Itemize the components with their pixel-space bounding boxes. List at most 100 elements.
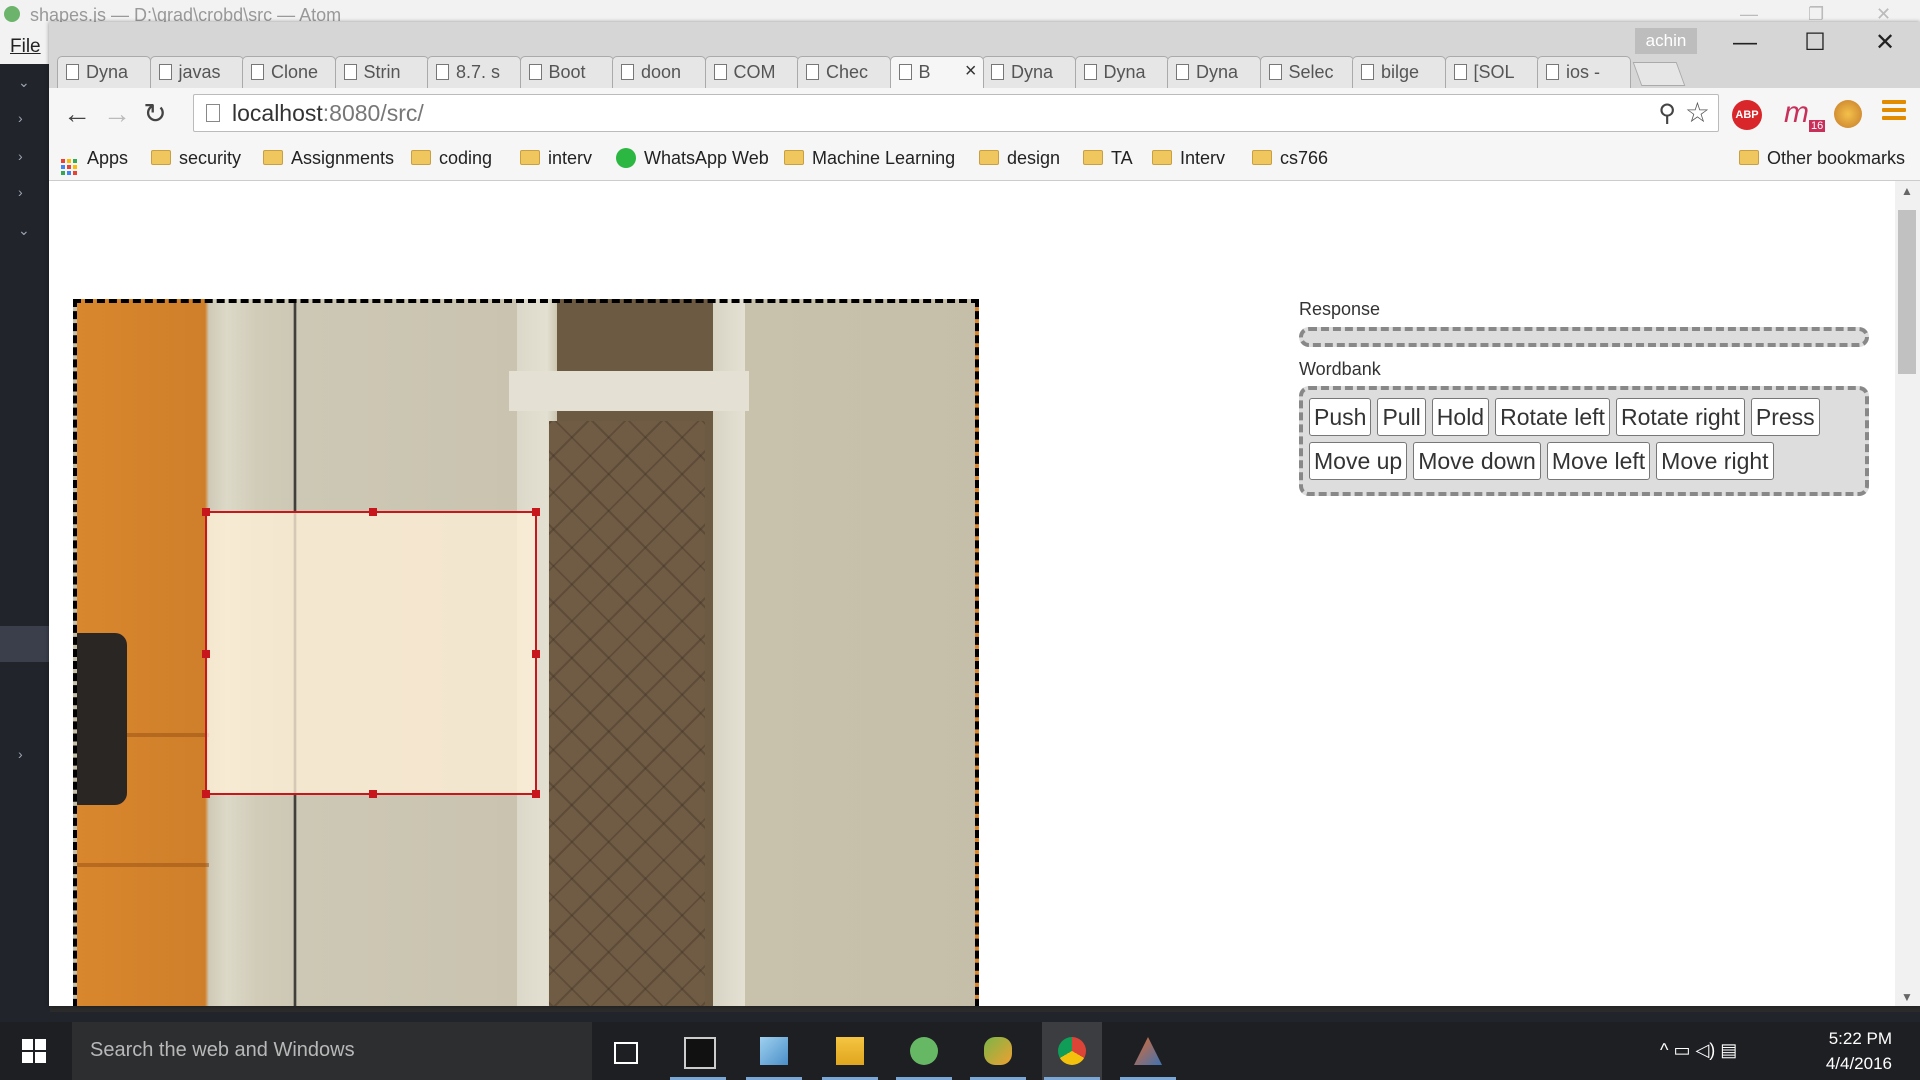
extension-badge: 16: [1809, 120, 1826, 132]
resize-handle-se[interactable]: [532, 790, 540, 798]
resize-handle-w[interactable]: [202, 650, 210, 658]
taskbar-app-button[interactable]: [820, 1022, 880, 1080]
tree-arrow-icon[interactable]: ›: [18, 110, 23, 126]
bookmark-item[interactable]: WhatsApp Web: [616, 148, 769, 169]
tree-arrow-icon[interactable]: ›: [18, 746, 23, 762]
taskbar-app-button[interactable]: [894, 1022, 954, 1080]
bookmark-item[interactable]: interv: [520, 148, 592, 169]
chrome-icon: [1058, 1037, 1086, 1065]
bookmark-star-icon[interactable]: ☆: [1685, 96, 1710, 129]
tab[interactable]: Dyna: [1074, 56, 1169, 88]
image-canvas[interactable]: [73, 299, 979, 1006]
tab-close-icon[interactable]: ×: [965, 60, 977, 83]
minimize-button[interactable]: —: [1725, 28, 1765, 58]
selection-rectangle[interactable]: [202, 508, 540, 798]
tab[interactable]: Chec: [797, 56, 891, 88]
maximize-button[interactable]: ☐: [1795, 28, 1835, 58]
word-chip[interactable]: Press: [1750, 398, 1820, 436]
page-icon: [991, 64, 1004, 80]
tab[interactable]: COM: [704, 56, 799, 88]
resize-handle-n[interactable]: [369, 508, 377, 516]
word-chip[interactable]: Move up: [1309, 442, 1408, 480]
word-chip[interactable]: Push: [1309, 398, 1372, 436]
bookmark-label: cs766: [1280, 148, 1329, 168]
scroll-down-icon[interactable]: ▼: [1901, 990, 1913, 1004]
atom-file-menu[interactable]: File: [10, 36, 41, 58]
bookmark-item[interactable]: Apps: [61, 148, 128, 175]
tab[interactable]: Dyna: [1167, 56, 1261, 88]
tab[interactable]: Clone: [242, 56, 336, 88]
word-chip[interactable]: Rotate left: [1495, 398, 1610, 436]
word-chip[interactable]: Hold: [1431, 398, 1490, 436]
bookmark-item[interactable]: security: [151, 148, 241, 169]
tab[interactable]: Dyna: [57, 56, 151, 88]
tab[interactable]: [SOL: [1444, 56, 1539, 88]
extension-m-icon[interactable]: m 16: [1784, 96, 1826, 132]
bookmark-item[interactable]: TA: [1083, 148, 1133, 169]
tree-arrow-icon[interactable]: ›: [18, 184, 23, 200]
tab-active[interactable]: B ×: [889, 56, 984, 88]
tree-arrow-icon[interactable]: ⌄: [18, 74, 30, 91]
clock[interactable]: 5:22 PM 4/4/2016: [1812, 1026, 1892, 1076]
back-button[interactable]: ←: [61, 98, 93, 130]
taskbar-app-button[interactable]: [1042, 1022, 1102, 1080]
word-chip[interactable]: Move left: [1546, 442, 1651, 480]
taskbar-search-box[interactable]: Search the web and Windows: [72, 1022, 592, 1080]
tab[interactable]: ios -: [1537, 56, 1631, 88]
bookmark-item[interactable]: coding: [411, 148, 492, 169]
taskbar-app-button[interactable]: [668, 1022, 728, 1080]
response-dropzone[interactable]: [1299, 327, 1869, 347]
bookmark-label: interv: [548, 148, 593, 168]
bookmark-item[interactable]: Interv: [1152, 148, 1225, 169]
tab[interactable]: Boot: [519, 56, 614, 88]
taskbar-app-button[interactable]: [968, 1022, 1028, 1080]
tab[interactable]: 8.7. s: [427, 56, 521, 88]
bookmark-item[interactable]: cs766: [1252, 148, 1328, 169]
search-icon[interactable]: ⚲: [1658, 99, 1676, 128]
word-chip[interactable]: Move right: [1656, 442, 1774, 480]
bookmark-item[interactable]: design: [979, 148, 1060, 169]
bookmark-item[interactable]: Assignments: [263, 148, 394, 169]
resize-handle-e[interactable]: [532, 650, 540, 658]
adblock-icon[interactable]: ABP: [1732, 100, 1762, 130]
tree-selected-row[interactable]: [0, 626, 50, 662]
bookmark-label: design: [1007, 148, 1061, 168]
extension-palette-icon[interactable]: [1834, 100, 1862, 128]
new-tab-button[interactable]: [1632, 62, 1686, 86]
taskbar-app-button[interactable]: [1118, 1022, 1178, 1080]
forward-button[interactable]: →: [101, 98, 133, 130]
resize-handle-s[interactable]: [369, 790, 377, 798]
tab[interactable]: doon: [612, 56, 706, 88]
tab[interactable]: javas: [149, 56, 244, 88]
word-chip[interactable]: Rotate right: [1615, 398, 1745, 436]
tab[interactable]: Selec: [1259, 56, 1354, 88]
other-bookmarks[interactable]: Other bookmarks: [1739, 148, 1905, 169]
tree-arrow-icon[interactable]: ›: [18, 148, 23, 164]
tab[interactable]: Dyna: [982, 56, 1076, 88]
taskbar-app-button[interactable]: [594, 1022, 654, 1080]
word-chip[interactable]: Pull: [1377, 398, 1426, 436]
windows-start-icon[interactable]: [22, 1039, 46, 1063]
taskbar-app-button[interactable]: [744, 1022, 804, 1080]
bookmark-item[interactable]: Machine Learning: [784, 148, 955, 169]
atom-tree-view[interactable]: ⌄ › › › ⌄ ›: [0, 64, 50, 1024]
scroll-up-icon[interactable]: ▲: [1901, 184, 1913, 198]
close-window-button[interactable]: ✕: [1865, 28, 1905, 58]
folder-icon: [520, 150, 540, 165]
resize-handle-ne[interactable]: [532, 508, 540, 516]
system-tray[interactable]: ^ ▭ ◁) ▤: [1660, 1040, 1737, 1061]
tree-arrow-icon[interactable]: ⌄: [18, 222, 30, 239]
url-text[interactable]: localhost:8080/src/: [232, 100, 424, 127]
reload-button[interactable]: ↻: [139, 98, 171, 130]
word-chip[interactable]: Move down: [1413, 442, 1541, 480]
tab[interactable]: bilge: [1352, 56, 1446, 88]
chrome-menu-icon[interactable]: [1882, 100, 1906, 124]
page-icon: [66, 64, 79, 80]
eclipse-icon: [984, 1037, 1012, 1065]
tab[interactable]: Strin: [334, 56, 429, 88]
profile-badge[interactable]: achin: [1635, 28, 1697, 54]
address-bar[interactable]: localhost:8080/src/ ⚲ ☆: [193, 94, 1719, 132]
resize-handle-sw[interactable]: [202, 790, 210, 798]
resize-handle-nw[interactable]: [202, 508, 210, 516]
scrollbar-thumb[interactable]: [1898, 210, 1916, 374]
